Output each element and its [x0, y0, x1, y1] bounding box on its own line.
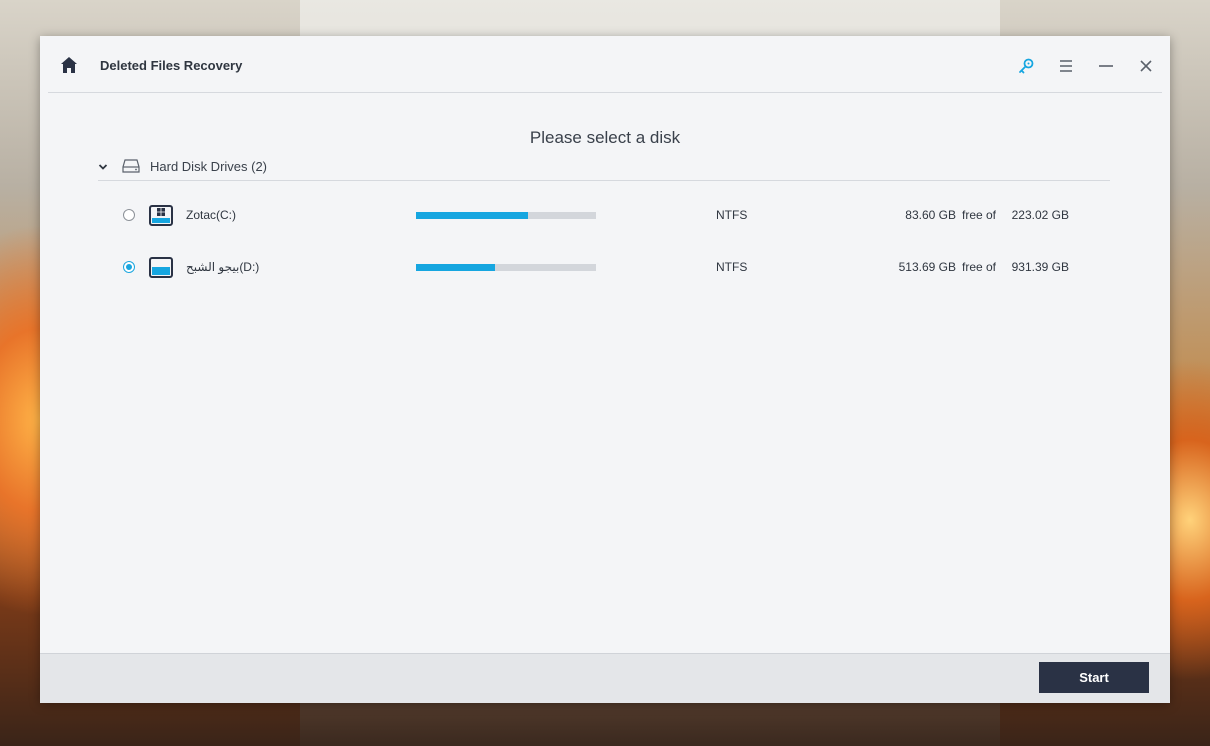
hard-disk-icon [122, 159, 140, 173]
disk-radio-selected[interactable] [123, 261, 135, 273]
disk-radio[interactable] [123, 209, 135, 221]
free-of-label: free of [962, 208, 997, 222]
disk-row-c[interactable]: Zotac(C:) NTFS 83.60 GB free of 223.02 G… [120, 201, 1100, 231]
start-button[interactable]: Start [1039, 662, 1149, 693]
home-icon[interactable] [60, 56, 78, 74]
free-of-label: free of [962, 260, 997, 274]
group-divider [98, 180, 1110, 181]
disk-usage-bar [416, 264, 596, 271]
disk-total-space: 931.39 GB [1011, 260, 1069, 274]
disk-usage-fill [416, 264, 496, 271]
drive-icon [149, 257, 173, 278]
close-icon[interactable] [1136, 56, 1156, 76]
disk-filesystem: NTFS [716, 208, 748, 222]
title-divider [48, 92, 1162, 93]
windows-drive-icon [149, 205, 173, 226]
chevron-down-icon[interactable] [98, 162, 108, 172]
disk-name: Zotac(C:) [186, 208, 237, 222]
key-icon[interactable] [1016, 56, 1036, 76]
app-window: Deleted Files Recovery Please select a d… [40, 36, 1170, 703]
disk-row-d[interactable]: بيجو الشبح(D:) NTFS 513.69 GB free of 93… [120, 253, 1100, 283]
group-hard-disk-drives[interactable]: Hard Disk Drives (2) [98, 156, 1110, 180]
disk-filesystem: NTFS [716, 260, 748, 274]
disk-free-space: 83.60 GB [905, 208, 956, 222]
disk-usage-fill [416, 212, 528, 219]
app-title: Deleted Files Recovery [100, 58, 243, 73]
disk-name: بيجو الشبح(D:) [186, 260, 260, 274]
disk-free-space: 513.69 GB [898, 260, 956, 274]
title-bar: Deleted Files Recovery [40, 36, 1170, 93]
footer-bar: Start [40, 653, 1170, 703]
minimize-icon[interactable] [1096, 56, 1116, 76]
page-heading: Please select a disk [529, 128, 681, 147]
group-label: Hard Disk Drives (2) [150, 159, 268, 174]
disk-total-space: 223.02 GB [1011, 208, 1069, 222]
disk-usage-bar [416, 212, 596, 219]
menu-icon[interactable] [1056, 56, 1076, 76]
